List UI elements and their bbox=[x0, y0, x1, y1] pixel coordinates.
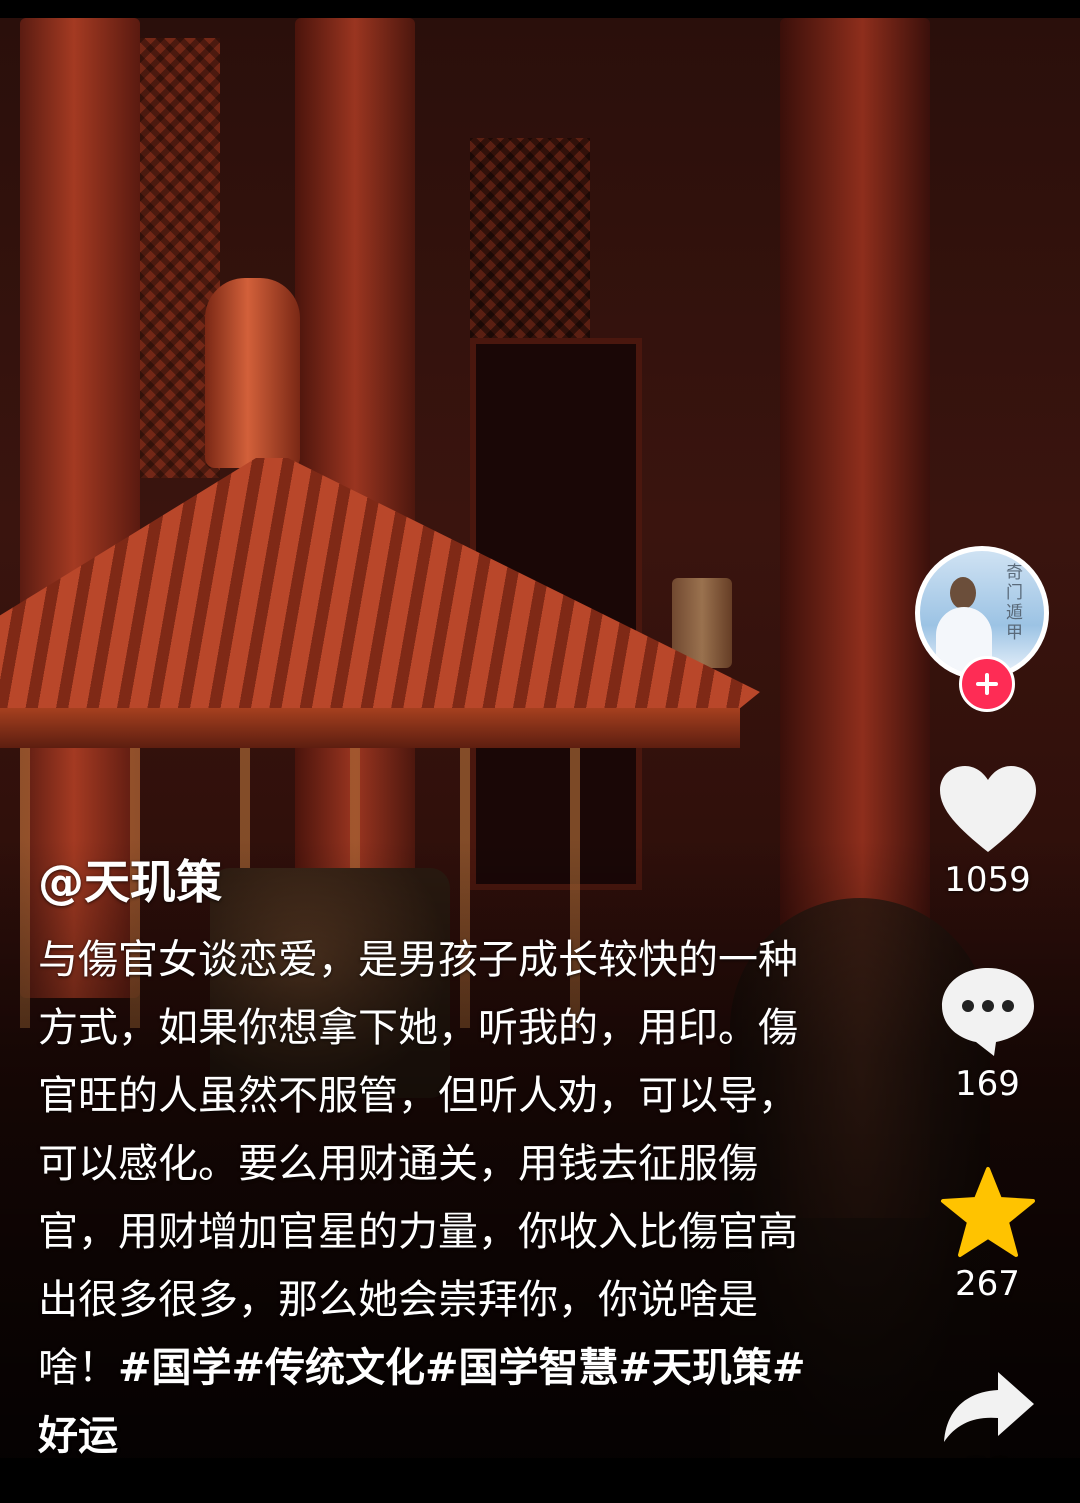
favorite-count: 267 bbox=[955, 1264, 1020, 1304]
bottom-bar bbox=[0, 1458, 1080, 1503]
like-count: 1059 bbox=[944, 860, 1031, 900]
avatar-caption: 奇门遁甲 bbox=[1006, 563, 1023, 643]
star-icon bbox=[940, 1167, 1035, 1257]
roof-finial bbox=[205, 278, 300, 468]
video-caption: @天玑策 与傷官女谈恋爱，是男孩子成长较快的一种方式，如果你想拿下她，听我的，用… bbox=[38, 852, 808, 1470]
hashtags[interactable]: #国学#传统文化#国学智慧#天玑策#好运 bbox=[38, 1345, 806, 1459]
comment-icon bbox=[941, 968, 1034, 1056]
video-description[interactable]: 与傷官女谈恋爱，是男孩子成长较快的一种方式，如果你想拿下她，听我的，用印。傷官旺… bbox=[38, 926, 808, 1470]
status-bar bbox=[0, 0, 1080, 18]
comment-button[interactable]: 169 bbox=[915, 964, 1060, 1104]
share-icon bbox=[943, 1372, 1034, 1442]
heart-icon bbox=[939, 766, 1036, 852]
description-text: 与傷官女谈恋爱，是男孩子成长较快的一种方式，如果你想拿下她，听我的，用印。傷官旺… bbox=[38, 937, 798, 1391]
avatar-figure-head bbox=[950, 577, 976, 609]
lattice-window bbox=[470, 138, 590, 338]
like-button[interactable]: 1059 bbox=[915, 764, 1060, 900]
follow-button[interactable] bbox=[959, 656, 1015, 712]
plus-icon bbox=[976, 673, 998, 695]
roof-eave bbox=[0, 708, 740, 748]
favorite-button[interactable]: 267 bbox=[915, 1166, 1060, 1304]
comment-count: 169 bbox=[955, 1064, 1020, 1104]
author-name[interactable]: @天玑策 bbox=[38, 852, 808, 912]
